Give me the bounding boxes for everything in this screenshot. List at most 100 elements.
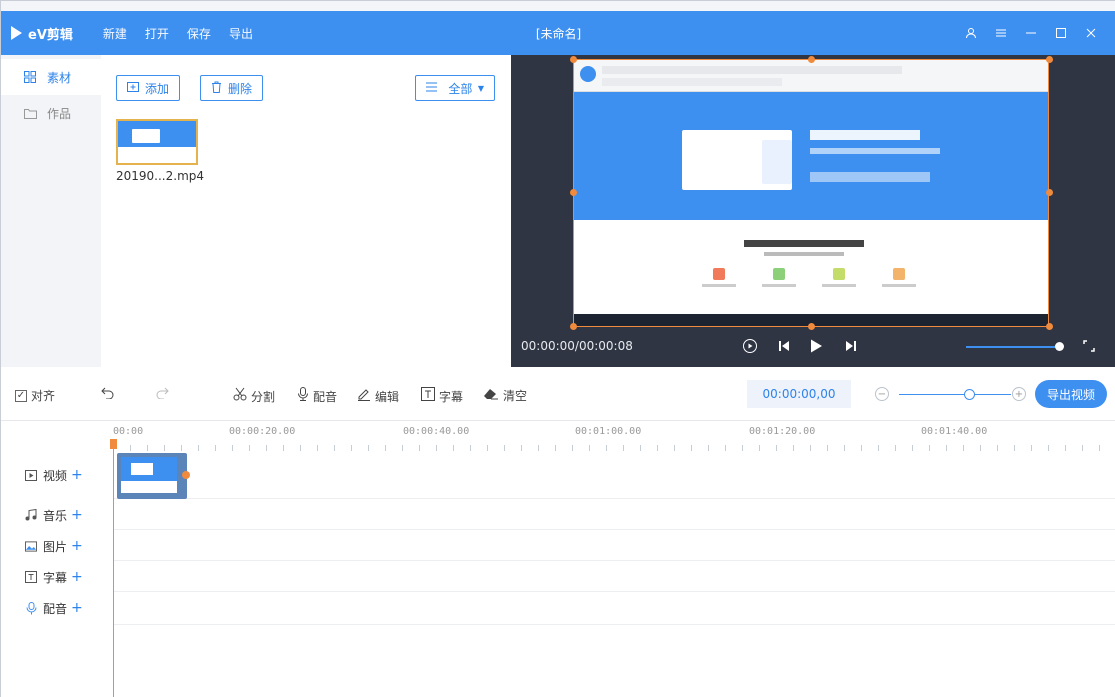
video-track[interactable]	[113, 451, 1115, 499]
fullscreen-icon[interactable]	[1078, 335, 1100, 357]
crop-handle-top-right[interactable]	[1046, 56, 1053, 63]
nav-item-works[interactable]: 作品	[1, 95, 101, 131]
dub-track[interactable]	[113, 592, 1115, 625]
playhead-cap[interactable]	[110, 439, 117, 449]
nav-item-materials[interactable]: 素材	[1, 59, 101, 95]
scissors-icon	[233, 387, 247, 405]
dub-button[interactable]: 配音	[297, 387, 337, 405]
subtitle-button[interactable]: 字幕	[421, 387, 463, 405]
crop-handle-top[interactable]	[808, 56, 815, 63]
preview-browser-chrome	[574, 60, 1048, 92]
track-head-subtitle: 字幕 +	[1, 561, 113, 593]
grid-icon	[23, 70, 37, 84]
add-video-icon[interactable]: +	[71, 467, 83, 483]
app-window: eV剪辑 新建 打开 保存 导出 [未命名] 素材 作品 添加 删除 全部 ▼ …	[0, 0, 1115, 697]
add-music-icon[interactable]: +	[71, 507, 83, 523]
preview-hero	[574, 92, 1048, 220]
zoom-slider[interactable]	[899, 394, 1011, 395]
preview-feature	[759, 268, 799, 298]
nav-label-materials: 素材	[47, 70, 72, 85]
loop-icon[interactable]	[739, 335, 761, 357]
maximize-icon[interactable]	[1050, 23, 1072, 43]
track-label-dub: 配音	[43, 601, 68, 616]
crop-handle-right[interactable]	[1046, 189, 1053, 196]
ruler-label: 00:01:00.00	[575, 426, 642, 437]
preview-app-panel	[762, 140, 792, 184]
delete-button[interactable]: 删除	[200, 75, 264, 101]
volume-slider[interactable]	[966, 346, 1056, 348]
playhead[interactable]	[110, 439, 117, 697]
redo-button[interactable]	[155, 387, 173, 403]
crop-handle-left[interactable]	[570, 189, 577, 196]
preview-tabs	[602, 78, 782, 86]
previous-icon[interactable]	[773, 335, 795, 357]
trash-icon	[211, 81, 222, 96]
menu-save[interactable]: 保存	[187, 25, 211, 42]
list-icon	[426, 81, 437, 95]
menu-new[interactable]: 新建	[103, 25, 127, 42]
play-icon[interactable]	[805, 335, 827, 357]
edit-button[interactable]: 编辑	[357, 387, 399, 405]
track-head-music: 音乐 +	[1, 499, 113, 531]
clear-label: 清空	[503, 389, 528, 403]
export-video-button[interactable]: 导出视频	[1035, 380, 1107, 408]
filter-select[interactable]: 全部 ▼	[415, 75, 495, 101]
time-ruler[interactable]: 00:00 00:00:20.00 00:00:40.00 00:01:00.0…	[113, 421, 1115, 451]
media-file-name: 20190...2.mp4	[116, 169, 205, 183]
window-controls	[952, 23, 1102, 43]
preview-feature	[879, 268, 919, 298]
crop-handle-top-left[interactable]	[570, 56, 577, 63]
add-subtitle-icon[interactable]: +	[71, 569, 83, 585]
video-clip-thumbnail	[121, 457, 177, 493]
menu-icon[interactable]	[990, 23, 1012, 43]
split-button[interactable]: 分割	[233, 387, 275, 405]
thumbnail-bar	[118, 147, 196, 163]
pencil-icon	[357, 387, 371, 405]
preview-feature	[819, 268, 859, 298]
ruler-label: 00:00	[113, 426, 144, 437]
redo-icon	[155, 387, 169, 403]
next-icon[interactable]	[840, 335, 862, 357]
play-logo-icon	[11, 26, 22, 40]
eraser-icon	[483, 388, 499, 404]
zoom-out-icon[interactable]: −	[875, 387, 889, 401]
browser-logo-icon	[580, 66, 596, 82]
microphone-icon	[25, 601, 37, 614]
dub-label: 配音	[313, 389, 338, 404]
image-track[interactable]	[113, 530, 1115, 561]
menu-open[interactable]: 打开	[145, 25, 169, 42]
clear-button[interactable]: 清空	[483, 387, 527, 404]
preview-frame[interactable]	[573, 59, 1049, 327]
volume-knob[interactable]	[1055, 342, 1064, 351]
undo-icon	[101, 387, 115, 403]
subtitle-track[interactable]	[113, 561, 1115, 592]
preview-url-bar	[602, 66, 902, 74]
media-thumbnail[interactable]	[116, 119, 198, 165]
add-dub-icon[interactable]: +	[71, 600, 83, 616]
preview-hero-buttons	[810, 172, 930, 182]
ruler-label: 00:01:40.00	[921, 426, 988, 437]
music-track[interactable]	[113, 499, 1115, 530]
track-head-dub: 配音 +	[1, 592, 113, 624]
split-label: 分割	[251, 389, 276, 404]
align-checkbox[interactable]: ✓ 对齐	[15, 387, 55, 404]
add-image-icon[interactable]: +	[71, 538, 83, 554]
menu-export[interactable]: 导出	[229, 25, 253, 42]
undo-button[interactable]	[101, 387, 119, 403]
edit-toolbar: ✓ 对齐 分割 配音 编辑 字幕 清空 00:00:00,00 − + 导出视频	[1, 367, 1115, 421]
folder-icon	[23, 106, 37, 120]
zoom-in-icon[interactable]: +	[1012, 387, 1026, 401]
preview-hero-text	[810, 148, 940, 154]
image-icon	[25, 540, 37, 552]
video-clip[interactable]	[117, 453, 187, 499]
zoom-knob[interactable]	[964, 389, 975, 400]
clip-trim-handle[interactable]	[182, 471, 190, 479]
minimize-icon[interactable]	[1020, 23, 1042, 43]
add-file-icon	[127, 81, 139, 96]
user-icon[interactable]	[960, 23, 982, 43]
add-button[interactable]: 添加	[116, 75, 181, 101]
title-bar: eV剪辑 新建 打开 保存 导出 [未命名]	[1, 11, 1115, 55]
text-box-icon	[25, 571, 37, 583]
microphone-icon	[297, 387, 309, 405]
close-icon[interactable]	[1080, 23, 1102, 43]
